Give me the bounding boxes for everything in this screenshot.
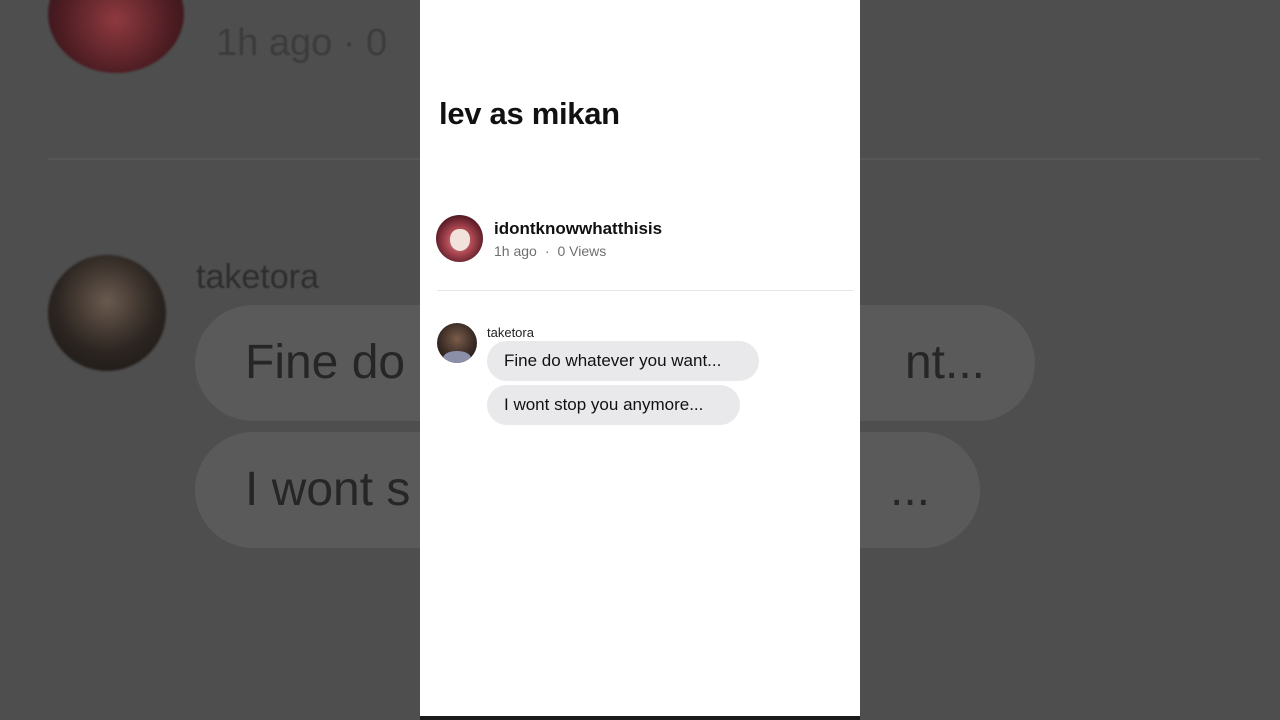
post-title: lev as mikan bbox=[439, 96, 620, 131]
message-bubble: Fine do whatever you want... bbox=[487, 341, 759, 381]
avatar-icon[interactable] bbox=[436, 215, 483, 262]
background-post-meta: 1h ago · 0 bbox=[216, 22, 388, 64]
post-time: 1h ago bbox=[494, 243, 537, 259]
author-row[interactable]: idontknowwhatthisis 1h ago · 0 Views bbox=[436, 215, 846, 263]
post-meta: 1h ago · 0 Views bbox=[494, 243, 606, 259]
post-views: 0 Views bbox=[557, 243, 607, 259]
background-sender-avatar bbox=[48, 255, 166, 371]
avatar-face bbox=[450, 229, 470, 251]
background-bubble-1-left: Fine do bbox=[245, 336, 406, 389]
background-sender-name: taketora bbox=[196, 258, 319, 296]
background-bubble-2-right: ... bbox=[889, 463, 930, 516]
meta-separator: · bbox=[544, 243, 550, 259]
background-bubble-2-left: I wont s bbox=[245, 463, 411, 516]
avatar-shirt bbox=[443, 351, 471, 363]
divider bbox=[437, 290, 853, 291]
sender-avatar-icon[interactable] bbox=[437, 323, 477, 363]
message-sender-name: taketora bbox=[487, 325, 534, 340]
author-username[interactable]: idontknowwhatthisis bbox=[494, 219, 662, 239]
message-bubble: I wont stop you anymore... bbox=[487, 385, 740, 425]
panel-bottom-edge bbox=[420, 716, 860, 720]
story-panel: lev as mikan idontknowwhatthisis 1h ago ·… bbox=[420, 0, 860, 716]
background-bubble-1-right: nt... bbox=[904, 336, 985, 389]
background-author-avatar bbox=[48, 0, 184, 73]
